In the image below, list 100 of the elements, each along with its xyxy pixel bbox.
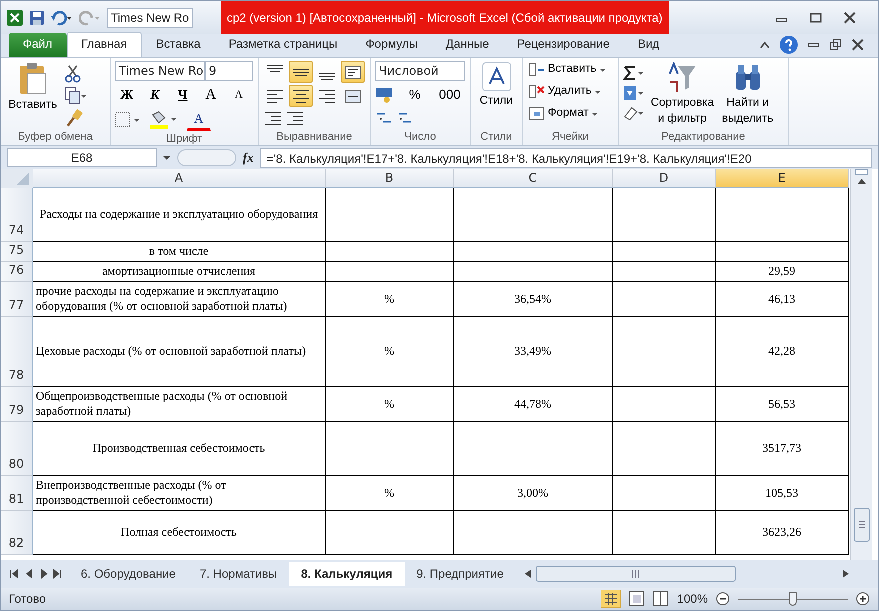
column-header[interactable]: B xyxy=(326,169,454,188)
shrink-font-button[interactable]: A xyxy=(227,84,251,106)
excel-icon[interactable] xyxy=(7,10,23,26)
ribbon-tab[interactable]: Файл xyxy=(9,33,67,57)
close-icon[interactable] xyxy=(852,39,864,51)
row-header[interactable]: 76 xyxy=(1,262,33,282)
window-title: ср2 (version 1) [Автосохраненный] - Microsoft Excel (Сбой активации продукта) xyxy=(221,1,669,34)
font-name-field[interactable]: Times New Ro xyxy=(107,8,194,28)
zoom-slider-thumb[interactable] xyxy=(789,592,797,606)
row-header[interactable]: 74 xyxy=(1,188,33,242)
maximize-icon[interactable] xyxy=(810,12,822,24)
row-header[interactable]: 80 xyxy=(1,422,33,476)
save-icon[interactable] xyxy=(29,10,45,26)
cells-menu-button[interactable]: Формат xyxy=(527,105,614,123)
align-bottom-icon xyxy=(319,72,335,80)
table-cell: 3517,73 xyxy=(716,422,849,476)
sheet-tab[interactable]: 7. Нормативы xyxy=(188,562,290,586)
styles-button[interactable]: Стили xyxy=(475,61,518,129)
sheet-tab[interactable]: 6. Оборудование xyxy=(69,562,188,586)
align-left-icon xyxy=(267,90,283,102)
font-name-field[interactable]: Times New Ro xyxy=(115,61,205,81)
font-size-field[interactable]: 9 xyxy=(205,61,253,81)
align-merge-icon xyxy=(345,90,361,102)
align-center-button[interactable] xyxy=(289,85,313,107)
ribbon-tab[interactable]: Рецензирование xyxy=(503,33,624,57)
align-wrap-icon xyxy=(345,66,361,78)
splitter-handle-icon[interactable] xyxy=(177,148,237,166)
zoom-out-icon[interactable] xyxy=(716,592,730,606)
table-cell: 105,53 xyxy=(716,476,849,511)
column-header[interactable]: D xyxy=(613,169,716,188)
table-cell: % xyxy=(326,317,454,387)
caret-icon[interactable] xyxy=(163,156,171,160)
paste-button[interactable]: Вставить xyxy=(5,61,61,129)
italic-button[interactable]: К xyxy=(143,84,167,106)
find-select-button[interactable]: Найти и выделить xyxy=(720,61,776,129)
scrollbar-thumb[interactable] xyxy=(854,508,870,542)
group-label: Буфер обмена xyxy=(17,130,94,145)
scrollbar-thumb[interactable] xyxy=(536,566,736,582)
restore-icon[interactable] xyxy=(830,39,842,51)
format-cells-icon xyxy=(529,106,545,122)
column-header[interactable]: E xyxy=(716,169,849,188)
zoom-in-icon[interactable] xyxy=(856,592,870,606)
currency-icon[interactable] xyxy=(375,86,395,104)
formula-field[interactable]: ='8. Калькуляция'!E17+'8. Калькуляция'!E18+'8. Калькуляция'!E19+'8. Калькуляция'!E20 xyxy=(260,148,872,168)
close-icon[interactable] xyxy=(844,12,856,24)
bold-button[interactable]: Ж xyxy=(115,84,139,106)
scissors-icon[interactable] xyxy=(65,65,81,83)
row-header[interactable]: 75 xyxy=(1,242,33,262)
insert-cells-icon xyxy=(529,62,545,78)
page-layout-icon[interactable] xyxy=(629,591,646,607)
font-color-button[interactable]: A xyxy=(187,109,211,131)
copy-icon[interactable] xyxy=(65,87,87,105)
sheet-tab[interactable]: 9. Предприятие xyxy=(404,562,516,586)
align-middle-icon xyxy=(293,68,309,76)
name-box[interactable]: E68 xyxy=(7,148,157,167)
insert-function-button[interactable]: fx xyxy=(243,148,254,168)
ribbon-tab[interactable]: Разметка страницы xyxy=(214,33,352,57)
row-header[interactable]: 78 xyxy=(1,317,33,387)
cells-menu-button[interactable]: Удалить xyxy=(527,83,614,101)
format-brush-icon[interactable] xyxy=(65,109,83,127)
split-handle-icon[interactable] xyxy=(854,169,868,177)
page-break-icon[interactable] xyxy=(653,591,670,607)
fill-color-icon[interactable] xyxy=(149,111,179,129)
column-header[interactable]: C xyxy=(454,169,613,188)
underline-button[interactable]: Ч xyxy=(171,84,195,106)
row-header[interactable]: 81 xyxy=(1,476,33,511)
help-icon[interactable] xyxy=(780,36,798,54)
grow-font-button[interactable]: A xyxy=(199,84,223,106)
cells-menu-button[interactable]: Вставить xyxy=(527,61,614,79)
autosum-icon[interactable] xyxy=(623,65,645,81)
group-label: Выравнивание xyxy=(276,130,354,145)
ribbon-tab[interactable]: Главная xyxy=(66,32,142,57)
column-header[interactable]: A xyxy=(33,169,326,188)
scroll-left-icon[interactable] xyxy=(524,569,532,579)
align-middle-button[interactable] xyxy=(289,61,313,83)
eraser-icon[interactable] xyxy=(623,105,645,121)
ribbon-tab[interactable]: Вид xyxy=(624,33,674,57)
number-format-field[interactable]: Числовой xyxy=(375,61,465,81)
ribbon-tab[interactable]: Формулы xyxy=(352,33,432,57)
zoom-slider[interactable] xyxy=(738,592,848,606)
sort-filter-button[interactable]: Сортировка и фильтр xyxy=(649,61,716,129)
ribbon-tab[interactable]: Данные xyxy=(432,33,504,57)
align-center-icon xyxy=(293,90,309,102)
sheet-tab[interactable]: 8. Калькуляция xyxy=(289,562,405,586)
borders-icon[interactable] xyxy=(115,112,141,128)
row-header[interactable]: 82 xyxy=(1,511,33,555)
scroll-right-icon[interactable] xyxy=(842,569,850,579)
ribbon-tab[interactable]: Вставка xyxy=(142,33,215,57)
group-label: Число xyxy=(404,130,438,145)
clipboard-icon xyxy=(18,62,48,96)
row-header[interactable]: 77 xyxy=(1,282,33,317)
scroll-up-icon[interactable] xyxy=(856,177,866,185)
undo-icon[interactable] xyxy=(51,10,73,26)
percent-button[interactable]: % xyxy=(403,84,427,106)
thousands-button[interactable]: 000 xyxy=(435,84,465,106)
normal-view-icon[interactable] xyxy=(601,590,622,608)
row-header[interactable]: 79 xyxy=(1,387,33,422)
align-wrap-button[interactable] xyxy=(341,61,365,83)
collapse-ribbon-icon[interactable] xyxy=(760,41,770,49)
fill-down-icon[interactable] xyxy=(623,85,645,101)
